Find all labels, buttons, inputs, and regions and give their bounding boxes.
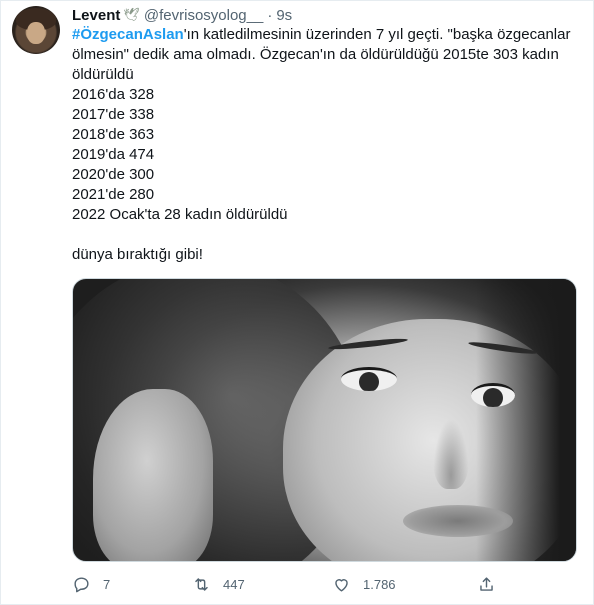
text-line-2: ölmesin" dedik ama olmadı. Özgecan'ın da… [72, 46, 559, 63]
text-line-1: #ÖzgecanAslan'ın katledilmesinin üzerind… [72, 25, 582, 45]
reply-count: 7 [103, 576, 111, 592]
text-line-1-rest: 'ın katledilmesinin üzerinden 7 yıl geçt… [183, 26, 571, 43]
retweet-icon [195, 577, 208, 591]
tweet-time[interactable]: 9s [276, 7, 292, 24]
tweet-header: Levent 🕊 @fevrisosyolog__ · 9s [72, 5, 292, 25]
photo-nose [433, 419, 469, 489]
dove-icon: 🕊 [123, 7, 140, 22]
reply-button[interactable]: 7 [72, 572, 110, 596]
photo-hand [93, 389, 213, 561]
like-count: 1.786 [363, 576, 396, 592]
year-line-2016: 2016'da 328 [72, 86, 155, 103]
hashtag-link[interactable]: #ÖzgecanAslan [72, 26, 184, 43]
reply-icon [74, 576, 89, 592]
tweet-text: #ÖzgecanAslan'ın katledilmesinin üzerind… [72, 25, 582, 265]
author-handle[interactable]: @fevrisosyolog__ [144, 7, 263, 24]
year-line-2018: 2018'de 363 [72, 126, 155, 143]
closing-line: dünya bıraktığı gibi! [72, 246, 203, 263]
share-icon [480, 576, 493, 591]
photo-lips [403, 505, 513, 537]
author-name[interactable]: Levent [72, 7, 120, 24]
photo-eye-right [471, 383, 515, 407]
avatar[interactable] [12, 6, 60, 54]
text-line-3: öldürüldü [72, 66, 134, 83]
year-line-2022: 2022 Ocak'ta 28 kadın öldürüldü [72, 206, 288, 223]
photo-eye-left [341, 367, 397, 391]
tweet-card[interactable]: Levent 🕊 @fevrisosyolog__ · 9s #ÖzgecanA… [0, 0, 594, 605]
header-separator: · [267, 6, 273, 24]
heart-icon [335, 578, 348, 592]
avatar-face [27, 22, 45, 44]
retweet-button[interactable]: 447 [192, 572, 245, 596]
year-line-2019: 2019'da 474 [72, 146, 155, 163]
tweet-actions: 7 447 1.786 [72, 572, 512, 596]
retweet-count: 447 [223, 576, 245, 592]
year-line-2017: 2017'de 338 [72, 106, 155, 123]
like-button[interactable]: 1.786 [332, 572, 396, 596]
year-line-2020: 2020'de 300 [72, 166, 155, 183]
share-button[interactable] [477, 572, 496, 596]
year-line-2021: 2021'de 280 [72, 186, 155, 203]
tweet-photo[interactable] [72, 278, 577, 562]
